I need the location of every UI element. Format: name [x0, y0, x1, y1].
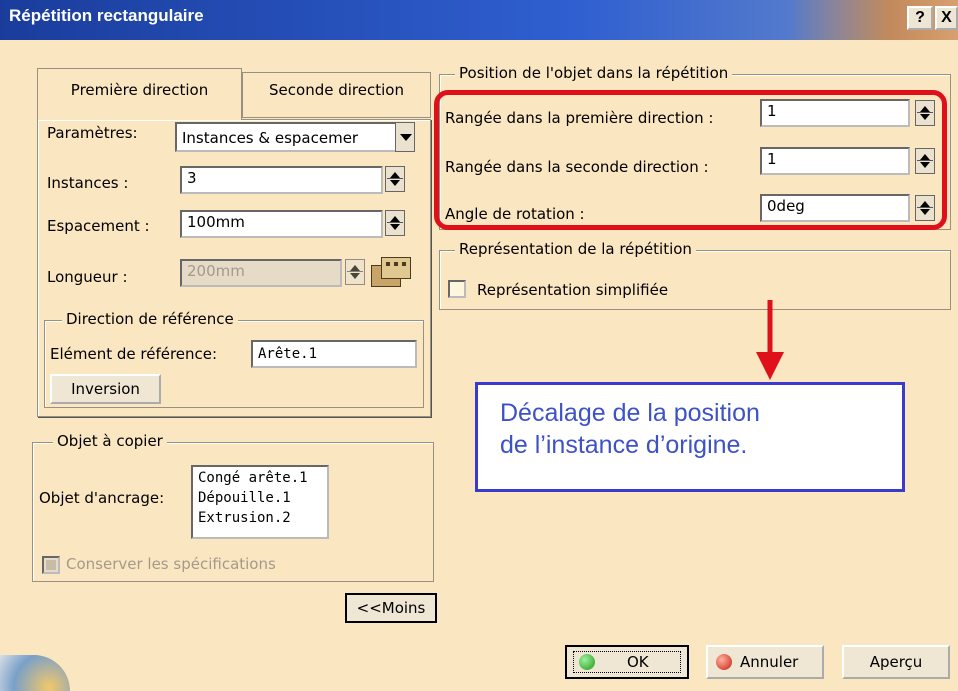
list-item[interactable]: Extrusion.2 — [198, 508, 322, 528]
element-reference-field[interactable]: Arête.1 — [251, 340, 417, 368]
keep-spec-label: Conserver les spécifications — [66, 555, 276, 573]
chevron-down-icon — [400, 134, 412, 141]
background-globe-image — [0, 655, 70, 691]
cancel-icon — [716, 654, 732, 670]
preview-button[interactable]: Aperçu — [842, 645, 950, 679]
inversion-button[interactable]: Inversion — [50, 374, 161, 404]
cancel-label: Annuler — [740, 653, 799, 671]
tab-second-direction[interactable]: Seconde direction — [242, 72, 431, 118]
object-to-copy-title: Objet à copier — [53, 432, 167, 450]
espacement-label: Espacement : — [47, 217, 150, 235]
less-button[interactable]: <<Moins — [345, 593, 437, 623]
parametres-label: Paramètres: — [47, 124, 138, 142]
callout-box: Décalage de la position de l’instance d’… — [475, 382, 905, 492]
close-button[interactable]: X — [935, 6, 958, 30]
espacement-spinner[interactable] — [385, 210, 405, 236]
anchor-object-list[interactable]: Congé arête.1 Dépouille.1 Extrusion.2 — [191, 465, 329, 539]
highlight-box — [434, 90, 947, 230]
instances-spinner[interactable] — [385, 166, 405, 192]
ok-icon — [579, 654, 595, 670]
representation-title: Représentation de la répétition — [455, 240, 696, 258]
dialog-title: Répétition rectangulaire — [9, 6, 204, 25]
tab-second-direction-label: Seconde direction — [269, 81, 404, 99]
ok-button[interactable]: OK — [565, 645, 689, 679]
simplified-label: Représentation simplifiée — [477, 281, 669, 299]
instances-input[interactable]: 3 — [180, 166, 383, 194]
parametres-dropdown-button[interactable] — [395, 122, 415, 152]
instances-label: Instances : — [47, 174, 129, 192]
ok-label: OK — [627, 653, 649, 671]
list-item[interactable]: Congé arête.1 — [198, 468, 322, 488]
reference-direction-title: Direction de référence — [62, 310, 238, 328]
longueur-label: Longueur : — [47, 268, 128, 286]
help-button[interactable]: ? — [907, 6, 933, 30]
representation-group — [439, 250, 951, 310]
position-group-title: Position de l'objet dans la répétition — [455, 64, 733, 82]
espacement-input[interactable]: 100mm — [180, 210, 383, 238]
simplified-checkbox[interactable] — [448, 280, 466, 298]
longueur-spinner — [345, 259, 365, 285]
anchor-object-label: Objet d'ancrage: — [39, 489, 165, 507]
tab-first-direction[interactable]: Première direction — [37, 68, 242, 120]
formula-icon[interactable] — [369, 255, 413, 291]
tab-first-direction-label: Première direction — [70, 81, 209, 99]
longueur-input: 200mm — [180, 259, 342, 287]
parametres-select[interactable]: Instances & espacemer — [175, 122, 397, 152]
callout-line-1: Décalage de la position — [500, 399, 760, 427]
callout-arrow — [756, 300, 784, 380]
element-reference-label: Elément de référence: — [50, 345, 218, 363]
cancel-button[interactable]: Annuler — [706, 645, 824, 679]
dialog-window: Répétition rectangulaire ? X Première di… — [0, 0, 958, 691]
keep-spec-checkbox — [42, 556, 60, 574]
callout-line-2: de l’instance d’origine. — [500, 431, 748, 459]
list-item[interactable]: Dépouille.1 — [198, 488, 322, 508]
